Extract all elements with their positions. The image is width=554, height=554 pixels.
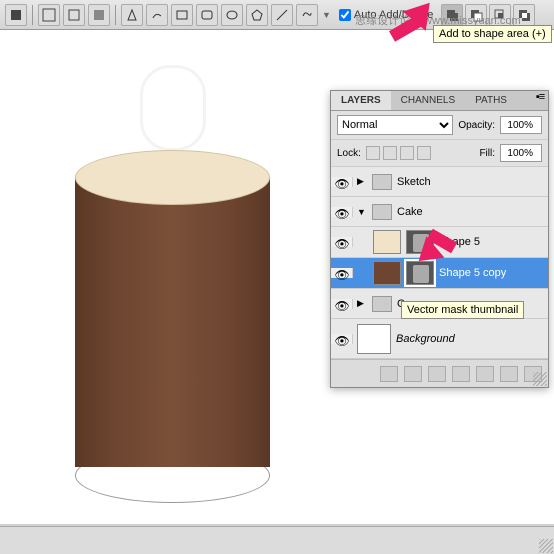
tutorial-arrow-1 <box>382 5 437 45</box>
adjustment-icon[interactable] <box>452 366 470 382</box>
add-shape-tooltip: Add to shape area (+) <box>433 25 552 43</box>
group-collapse-icon[interactable]: ▶ <box>357 176 367 187</box>
visibility-icon[interactable]: 👁 <box>335 177 349 187</box>
layer-thumbnail[interactable] <box>373 230 401 254</box>
shape-layers-icon[interactable] <box>38 4 60 26</box>
tab-paths[interactable]: PATHS <box>465 91 517 110</box>
fill-label: Fill: <box>479 148 495 159</box>
steam-sketch <box>120 65 240 155</box>
new-group-icon[interactable] <box>476 366 494 382</box>
layer-name: Sketch <box>397 176 431 188</box>
blend-opacity-row: Normal Opacity: <box>331 111 548 140</box>
rounded-rect-icon[interactable] <box>196 4 218 26</box>
status-bar <box>0 526 554 554</box>
lock-icons-group <box>366 146 431 160</box>
fx-icon[interactable] <box>404 366 422 382</box>
separator <box>32 5 33 25</box>
dropdown-arrow-icon[interactable]: ▼ <box>322 10 331 20</box>
polygon-shape-icon[interactable] <box>246 4 268 26</box>
panel-bottom-bar <box>331 359 548 387</box>
folder-icon <box>372 296 392 312</box>
panel-menu-icon[interactable]: ▪≡ <box>532 91 548 110</box>
cup-top-ellipse <box>75 150 270 205</box>
resize-handle-icon[interactable] <box>539 539 553 553</box>
folder-icon <box>372 174 392 190</box>
lock-fill-row: Lock: Fill: <box>331 140 548 167</box>
layer-name: Shape 5 copy <box>439 267 506 279</box>
lock-position-icon[interactable] <box>400 146 414 160</box>
layer-name: Background <box>396 333 455 345</box>
resize-handle-icon[interactable] <box>533 372 547 386</box>
shape-preset-icon[interactable] <box>5 4 27 26</box>
add-mask-icon[interactable] <box>428 366 446 382</box>
visibility-icon[interactable]: 👁 <box>335 299 349 309</box>
visibility-icon[interactable]: 👁 <box>335 334 349 344</box>
link-layers-icon[interactable] <box>380 366 398 382</box>
group-expand-icon[interactable]: ▼ <box>357 207 367 217</box>
auto-add-checkbox[interactable] <box>339 9 351 21</box>
separator <box>115 5 116 25</box>
pen-tool-icon[interactable] <box>121 4 143 26</box>
opacity-input[interactable] <box>500 116 542 134</box>
layer-thumbnail[interactable] <box>373 261 401 285</box>
freeform-pen-icon[interactable] <box>146 4 168 26</box>
cup-body-shape <box>75 177 270 467</box>
line-shape-icon[interactable] <box>271 4 293 26</box>
opacity-label: Opacity: <box>458 120 495 131</box>
panel-tabs: LAYERS CHANNELS PATHS ▪≡ <box>331 91 548 111</box>
visibility-icon[interactable]: 👁 <box>335 237 349 247</box>
folder-icon <box>372 204 392 220</box>
ellipse-shape-icon[interactable] <box>221 4 243 26</box>
lock-pixels-icon[interactable] <box>383 146 397 160</box>
custom-shape-icon[interactable] <box>296 4 318 26</box>
lock-all-icon[interactable] <box>417 146 431 160</box>
tutorial-arrow-2 <box>413 215 463 255</box>
visibility-icon[interactable]: 👁 <box>335 207 349 217</box>
fill-pixels-icon[interactable] <box>88 4 110 26</box>
lock-label: Lock: <box>337 148 361 159</box>
fill-input[interactable] <box>500 144 542 162</box>
layer-sketch-group[interactable]: 👁 ▶ Sketch <box>331 167 548 197</box>
layer-shape-5-copy[interactable]: 👁 Shape 5 copy <box>331 258 548 289</box>
mask-tooltip: Vector mask thumbnail <box>401 301 524 319</box>
lock-transparency-icon[interactable] <box>366 146 380 160</box>
layer-thumbnail[interactable] <box>357 324 391 354</box>
new-layer-icon[interactable] <box>500 366 518 382</box>
paths-mode-icon[interactable] <box>63 4 85 26</box>
tab-layers[interactable]: LAYERS <box>331 91 391 110</box>
visibility-icon[interactable]: 👁 <box>335 268 349 278</box>
tab-channels[interactable]: CHANNELS <box>391 91 465 110</box>
layers-list: 👁 ▶Sketch 👁 ▼Cake 👁 Shape 5 👁 Shape 5 co… <box>331 167 548 359</box>
rectangle-shape-icon[interactable] <box>171 4 193 26</box>
layer-background[interactable]: 👁 Background <box>331 319 548 359</box>
group-collapse-icon[interactable]: ▶ <box>357 298 367 309</box>
blend-mode-select[interactable]: Normal <box>337 115 453 135</box>
